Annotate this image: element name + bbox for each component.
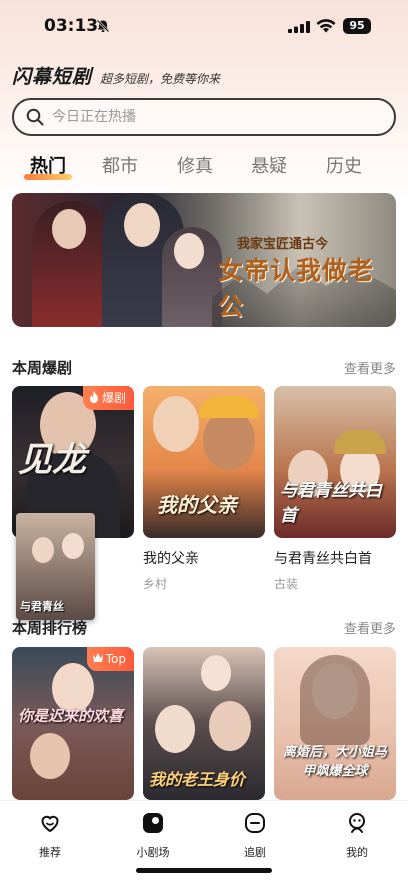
drama-genre: 古装 — [274, 577, 299, 591]
poster-title: 我的老王身价 — [149, 770, 246, 789]
tabbar-label: 追剧 — [244, 846, 266, 859]
status-bar: 03:13 95 — [0, 0, 408, 56]
poster-title: 离婚后，大小姐马甲飒爆全球 — [282, 745, 387, 779]
hot-badge-label: 爆剧 — [101, 391, 126, 405]
banner-figure — [174, 233, 204, 269]
mini-player-figure — [32, 537, 54, 563]
rank-card[interactable]: 我的老王身价 — [143, 647, 265, 800]
hot-badge: 爆剧 — [82, 386, 134, 410]
tab-city[interactable]: 都市 — [102, 152, 138, 178]
poster-title: 见龙 — [18, 440, 86, 480]
banner-figure — [124, 203, 160, 247]
wifi-icon — [316, 19, 336, 33]
tabbar-item-theater[interactable]: 小剧场 — [123, 811, 183, 860]
mini-player-title: 与君青丝 — [20, 600, 64, 613]
category-tabs: 热门 都市 修真 悬疑 历史 — [0, 150, 408, 184]
drama-name: 我的父亲 — [143, 551, 199, 567]
tab-cultivation[interactable]: 修真 — [177, 152, 213, 178]
weekly-rank-more-link[interactable]: 查看更多 — [344, 618, 396, 637]
drama-card[interactable]: 我的父亲 我的父亲 乡村 — [143, 386, 265, 592]
crown-icon — [92, 653, 103, 662]
floating-mini-player[interactable]: 与君青丝 — [16, 513, 95, 620]
tabbar-item-profile[interactable]: 我的 — [327, 811, 387, 860]
drama-poster: 你是迟来的欢喜 Top — [12, 647, 134, 800]
bell-off-icon — [96, 19, 110, 33]
rank-card[interactable]: 离婚后，大小姐马甲飒爆全球 — [274, 647, 396, 800]
signal-icon — [288, 21, 310, 33]
drama-name: 与君青丝共白首 — [274, 551, 372, 567]
tabbar-label: 小剧场 — [136, 846, 170, 859]
weekly-hits-more-link[interactable]: 查看更多 — [344, 358, 396, 377]
top-badge: Top — [86, 647, 134, 671]
theater-icon — [143, 813, 163, 833]
app-title: 闪幕短剧 — [12, 66, 93, 88]
poster-title: 你是迟来的欢喜 — [18, 707, 124, 725]
banner-title: 女帝认我做老公 — [218, 256, 375, 321]
status-time: 03:13 — [44, 16, 99, 36]
drama-poster: 我的父亲 — [143, 386, 265, 538]
weekly-hits-title: 本周爆剧 — [12, 359, 73, 377]
fire-icon — [89, 391, 98, 403]
profile-icon — [349, 813, 365, 833]
top-badge-label: Top — [105, 652, 126, 666]
poster-title: 与君青丝共白首 — [280, 481, 382, 526]
tabbar-label: 我的 — [346, 846, 368, 859]
tab-history[interactable]: 历史 — [326, 152, 362, 178]
drama-poster: 与君青丝共白首 — [274, 386, 396, 538]
follow-icon — [245, 813, 265, 833]
heart-icon — [41, 815, 59, 832]
banner-subtitle: 我家宝匠通古今 — [237, 237, 329, 252]
drama-card[interactable]: 与君青丝共白首 与君青丝共白首 古装 — [274, 386, 396, 592]
search-bar[interactable] — [12, 98, 396, 136]
battery-indicator: 95 — [343, 18, 371, 34]
tab-hot[interactable]: 热门 — [30, 152, 66, 178]
app-slogan: 超多短剧，免费等你来 — [100, 72, 221, 86]
search-input[interactable] — [52, 106, 372, 128]
tabbar-label: 推荐 — [39, 846, 61, 859]
mini-player-figure — [62, 533, 84, 559]
banner-figure — [52, 209, 86, 249]
tabbar-item-follow[interactable]: 追剧 — [225, 811, 285, 860]
search-icon — [26, 108, 44, 126]
drama-genre: 乡村 — [143, 577, 168, 591]
tabbar-item-recommend[interactable]: 推荐 — [20, 811, 80, 860]
poster-title: 我的父亲 — [157, 493, 237, 517]
drama-poster: 我的老王身价 — [143, 647, 265, 800]
weekly-rank-title: 本周排行榜 — [12, 619, 88, 637]
home-indicator — [136, 868, 272, 873]
tab-mystery[interactable]: 悬疑 — [251, 152, 287, 178]
featured-banner[interactable]: 我家宝匠通古今 女帝认我做老公 — [12, 193, 396, 327]
app-header: 闪幕短剧 超多短剧，免费等你来 — [12, 62, 220, 89]
rank-card[interactable]: 你是迟来的欢喜 Top — [12, 647, 134, 800]
drama-poster: 离婚后，大小姐马甲飒爆全球 — [274, 647, 396, 800]
